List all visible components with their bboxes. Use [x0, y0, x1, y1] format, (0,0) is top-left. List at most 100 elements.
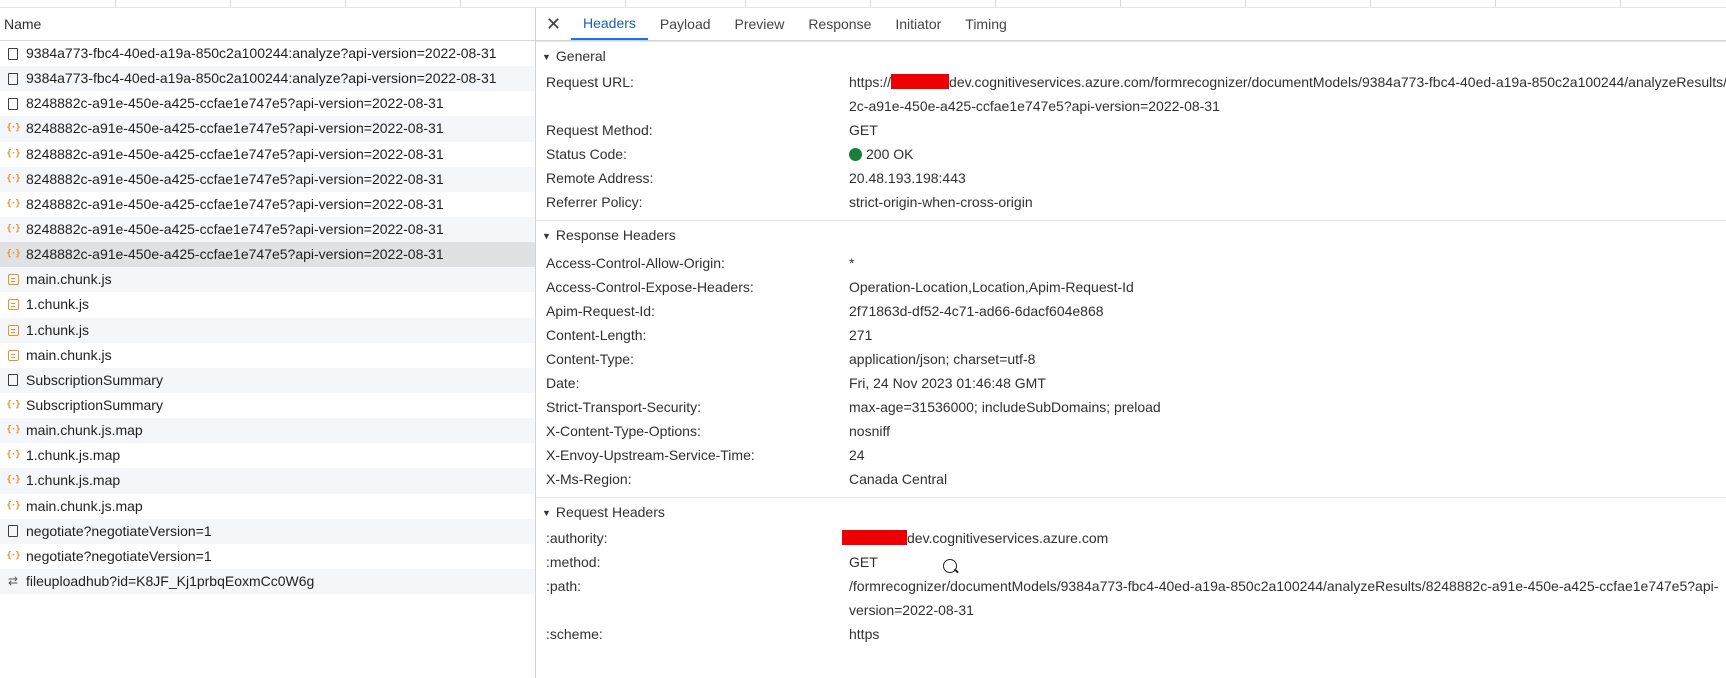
header-value: /formrecognizer/documentModels/9384a773-…	[849, 578, 1719, 594]
request-row[interactable]: {·} main.chunk.js.map	[0, 418, 535, 444]
request-name: 1.chunk.js.map	[26, 472, 121, 489]
fetch-json-icon: {·}	[6, 148, 20, 159]
request-name: main.chunk.js.map	[26, 422, 143, 439]
request-name: 8248882c-a91e-450e-a425-ccfae1e747e5?api…	[26, 221, 444, 238]
request-url-row: Request URL: https://dev.cognitiveservice…	[536, 70, 1726, 94]
status-code-row: Status Code: 200 OK	[536, 142, 1726, 166]
header-value: version=2022-08-31	[849, 602, 974, 618]
header-key: Request URL:	[546, 74, 634, 90]
request-name: 8248882c-a91e-450e-a425-ccfae1e747e5?api…	[26, 120, 444, 137]
request-row[interactable]: {·} 1.chunk.js.map	[0, 443, 535, 468]
response-header-row: Strict-Transport-Security: max-age=315360…	[536, 395, 1726, 419]
request-row[interactable]: negotiate?negotiateVersion=1	[0, 518, 535, 544]
header-value: https://dev.cognitiveservices.azure.com/…	[849, 74, 1726, 90]
general-section-header[interactable]: ▼ General	[536, 41, 1726, 70]
request-name: 8248882c-a91e-450e-a425-ccfae1e747e5?api…	[26, 246, 444, 263]
request-row[interactable]: 9384a773-fbc4-40ed-a19a-850c2a100244:ana…	[0, 41, 535, 66]
header-value: Operation-Location,Location,Apim-Request…	[849, 279, 1134, 295]
request-row[interactable]: {·} negotiate?negotiateVersion=1	[0, 544, 535, 569]
document-icon	[0, 66, 26, 91]
request-name: 9384a773-fbc4-40ed-a19a-850c2a100244:ana…	[26, 70, 497, 87]
request-row[interactable]: {·} 8248882c-a91e-450e-a425-ccfae1e747e5?…	[0, 142, 535, 167]
document-icon	[0, 91, 26, 116]
header-key: :scheme:	[546, 626, 603, 642]
fetch-json-icon: {·}	[6, 450, 20, 461]
request-row[interactable]: SubscriptionSummary	[0, 367, 535, 393]
redaction-box	[891, 74, 950, 89]
request-method-row: Request Method: GET	[536, 118, 1726, 142]
redaction-box	[842, 530, 907, 545]
header-value: strict-origin-when-cross-origin	[849, 194, 1033, 210]
header-key: Access-Control-Allow-Origin:	[546, 255, 725, 271]
fetch-json-icon: {·}	[6, 425, 20, 436]
tab-response[interactable]: Response	[796, 8, 883, 40]
script-icon	[0, 318, 26, 343]
tab-headers[interactable]: Headers	[571, 8, 648, 40]
request-row[interactable]: {·} 1.chunk.js.map	[0, 468, 535, 494]
request-name: main.chunk.js	[26, 346, 112, 363]
request-row[interactable]: 1.chunk.js	[0, 292, 535, 317]
request-row[interactable]: 1.chunk.js	[0, 317, 535, 343]
tab-preview[interactable]: Preview	[723, 8, 797, 40]
header-key: Apim-Request-Id:	[546, 303, 655, 319]
header-value: 24	[849, 447, 865, 463]
collapse-triangle-icon: ▼	[542, 52, 551, 62]
response-header-row: X-Envoy-Upstream-Service-Time: 24	[536, 443, 1726, 467]
header-value: 200 OK	[849, 142, 913, 166]
header-value: dev.cognitiveservices.azure.com	[842, 526, 1108, 550]
request-row[interactable]: {·} main.chunk.js.map	[0, 494, 535, 519]
script-icon	[0, 292, 26, 317]
response-header-row: Access-Control-Allow-Origin: *	[536, 251, 1726, 275]
request-row[interactable]: {·} 8248882c-a91e-450e-a425-ccfae1e747e5?…	[0, 216, 535, 243]
request-row[interactable]: {·} SubscriptionSummary	[0, 393, 535, 418]
header-key: Request Method:	[546, 122, 653, 138]
header-value: 20.48.193.198:443	[849, 170, 966, 186]
referrer-policy-row: Referrer Policy: strict-origin-when-cross…	[536, 190, 1726, 214]
header-value: GET	[849, 122, 878, 138]
request-name: negotiate?negotiateVersion=1	[26, 547, 212, 564]
tab-payload[interactable]: Payload	[648, 8, 723, 40]
header-value: Canada Central	[849, 471, 948, 487]
authority-row: :authority: dev.cognitiveservices.azure.c…	[536, 526, 1726, 550]
close-icon[interactable]: ✕	[536, 8, 571, 40]
response-header-row: X-Content-Type-Options: nosniff	[536, 419, 1726, 443]
top-toolbar-strip	[0, 0, 1726, 8]
header-key: Strict-Transport-Security:	[546, 399, 702, 415]
document-icon	[0, 519, 26, 544]
request-row[interactable]: {·} 8248882c-a91e-450e-a425-ccfae1e747e5?…	[0, 166, 535, 192]
header-value: 2c-a91e-450e-a425-ccfae1e747e5?api-versi…	[849, 98, 1220, 114]
response-header-row: Access-Control-Expose-Headers: Operation-…	[536, 275, 1726, 299]
method-row: :method: GET	[536, 550, 1726, 574]
request-row[interactable]: {·} 8248882c-a91e-450e-a425-ccfae1e747e5?…	[0, 192, 535, 217]
response-headers-section-header[interactable]: ▼ Response Headers	[536, 220, 1726, 249]
request-name: 1.chunk.js.map	[26, 447, 121, 464]
request-headers-section-header[interactable]: ▼ Request Headers	[536, 497, 1726, 526]
tab-initiator[interactable]: Initiator	[883, 8, 953, 40]
header-value: *	[849, 255, 855, 271]
fetch-json-icon: {·}	[6, 173, 20, 184]
header-key: X-Envoy-Upstream-Service-Time:	[546, 447, 755, 463]
tab-timing[interactable]: Timing	[953, 8, 1019, 40]
header-key: X-Content-Type-Options:	[546, 423, 701, 439]
request-row[interactable]: 8248882c-a91e-450e-a425-ccfae1e747e5?api…	[0, 91, 535, 116]
request-row[interactable]: main.chunk.js	[0, 267, 535, 293]
request-row[interactable]: {·} 8248882c-a91e-450e-a425-ccfae1e747e5?…	[0, 116, 535, 142]
header-value: GET	[849, 554, 878, 570]
request-row[interactable]: main.chunk.js	[0, 343, 535, 368]
request-row[interactable]: {·} 8248882c-a91e-450e-a425-ccfae1e747e5?…	[0, 242, 535, 268]
request-row[interactable]: 9384a773-fbc4-40ed-a19a-850c2a100244:ana…	[0, 66, 535, 92]
request-name: 8248882c-a91e-450e-a425-ccfae1e747e5?api…	[26, 95, 444, 112]
fetch-json-icon: {·}	[6, 249, 20, 260]
name-column-header[interactable]: Name	[0, 8, 535, 41]
fetch-json-icon: {·}	[6, 475, 20, 486]
header-value: Fri, 24 Nov 2023 01:46:48 GMT	[849, 375, 1046, 391]
request-name: 1.chunk.js	[26, 321, 90, 338]
section-title: Response Headers	[555, 227, 676, 243]
response-header-row: Apim-Request-Id: 2f71863d-df52-4c71-ad66-…	[536, 299, 1726, 323]
header-key: X-Ms-Region:	[546, 471, 632, 487]
header-value: 271	[849, 327, 873, 343]
request-name: main.chunk.js	[26, 271, 112, 288]
request-name: fileuploadhub?id=K8JF_Kj1prbqEoxmCc0W6g	[26, 573, 315, 590]
response-header-row: X-Ms-Region: Canada Central	[536, 467, 1726, 491]
request-row[interactable]: ⇄ fileuploadhub?id=K8JF_Kj1prbqEoxmCc0W6g	[0, 568, 535, 595]
